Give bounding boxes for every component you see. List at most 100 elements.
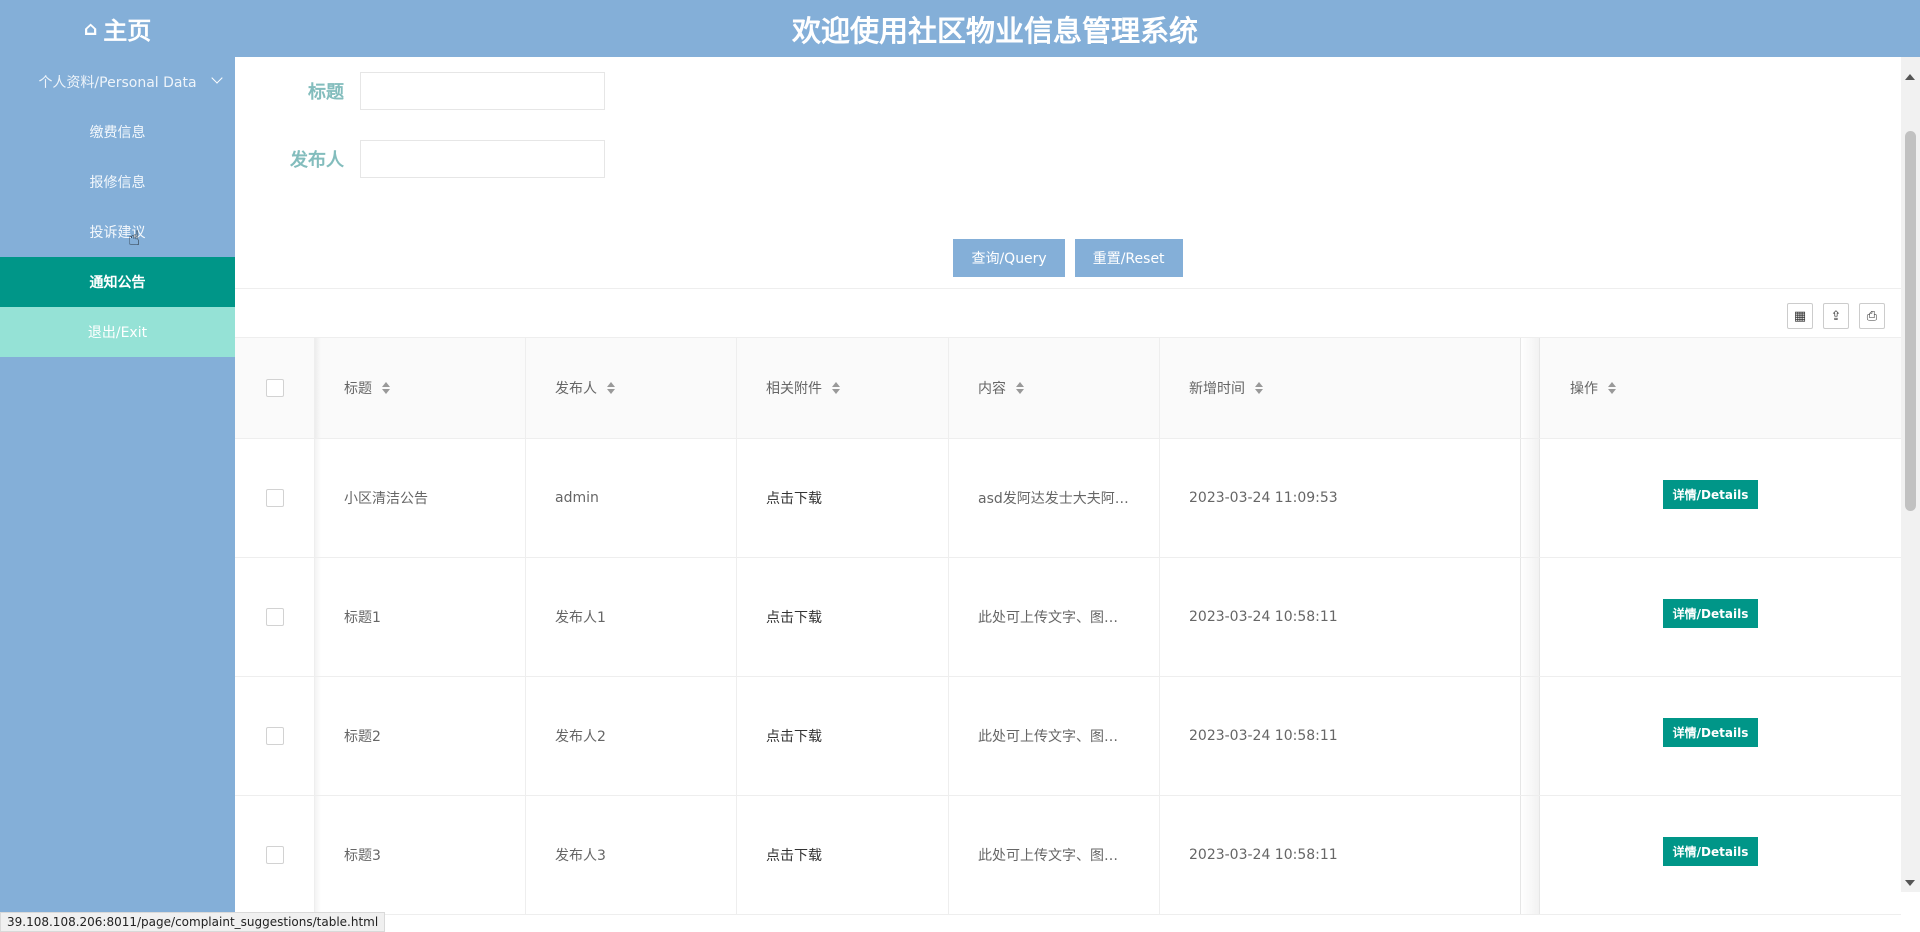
scroll-down-icon[interactable] (1905, 880, 1915, 886)
export-icon[interactable]: ⇪ (1823, 303, 1849, 329)
sidebar: 个人资料/Personal Data 缴费信息 报修信息 投诉建议 通知公告 退… (0, 57, 235, 932)
table-row: 小区清洁公告 admin 点击下载 asd发阿达发士大夫阿… 2023-03-2… (235, 439, 1901, 558)
columns-filter-icon[interactable]: ▦ (1787, 303, 1813, 329)
cell-attachment: 点击下载 (737, 558, 949, 676)
details-button[interactable]: 详情/Details (1662, 717, 1759, 747)
query-button[interactable]: 查询/Query (953, 239, 1065, 277)
title-input[interactable] (360, 72, 605, 110)
scroll-up-icon[interactable] (1905, 74, 1915, 80)
details-button[interactable]: 详情/Details (1662, 598, 1759, 628)
sort-icon[interactable] (382, 382, 390, 394)
cell-action: 详情/Details (1520, 677, 1901, 795)
publisher-input[interactable] (360, 140, 605, 178)
publisher-label: 发布人 (290, 150, 344, 171)
home-label: 主页 (103, 17, 152, 45)
cell-publisher: 发布人1 (526, 558, 737, 676)
column-header-content[interactable]: 内容 (949, 338, 1160, 438)
sidebar-item-label: 通知公告 (89, 275, 146, 291)
cell-content: asd发阿达发士大夫阿… (949, 439, 1160, 557)
row-check-cell (235, 677, 315, 795)
cell-title: 小区清洁公告 (315, 439, 526, 557)
column-header-title[interactable]: 标题 (315, 338, 526, 438)
home-icon: ⌂ (83, 17, 98, 40)
reset-button[interactable]: 重置/Reset (1074, 239, 1183, 277)
cell-title: 标题1 (315, 558, 526, 676)
sidebar-item-notices[interactable]: 通知公告 (0, 257, 235, 307)
column-header-label: 相关附件 (766, 381, 822, 397)
cell-content: 此处可上传文字、图… (949, 677, 1160, 795)
download-link[interactable]: 点击下载 (766, 607, 822, 627)
table-row: 标题2 发布人2 点击下载 此处可上传文字、图… 2023-03-24 10:5… (235, 677, 1901, 796)
select-all-checkbox[interactable] (265, 379, 284, 397)
app-title-text: 欢迎使用社区物业信息管理系统 (791, 13, 1198, 48)
row-checkbox[interactable] (265, 727, 284, 745)
search-buttons: 查询/Query 重置/Reset (235, 239, 1901, 277)
row-check-cell (235, 439, 315, 557)
table-row: 标题1 发布人1 点击下载 此处可上传文字、图… 2023-03-24 10:5… (235, 558, 1901, 677)
sort-icon[interactable] (1255, 382, 1263, 394)
cell-attachment: 点击下载 (737, 796, 949, 914)
print-icon[interactable]: ⎙ (1859, 303, 1885, 329)
sort-icon[interactable] (1016, 382, 1024, 394)
table-row: 标题3 发布人3 点击下载 此处可上传文字、图… 2023-03-24 10:5… (235, 796, 1901, 915)
sidebar-item-exit[interactable]: 退出/Exit (0, 307, 235, 357)
row-checkbox[interactable] (265, 846, 284, 864)
column-header-time[interactable]: 新增时间 (1160, 338, 1520, 438)
cell-time: 2023-03-24 11:09:53 (1189, 490, 1338, 506)
row-checkbox[interactable] (265, 608, 284, 626)
sidebar-item-label: 缴费信息 (89, 125, 146, 141)
column-header-action[interactable]: 操作 (1520, 338, 1901, 438)
cell-publisher: admin (526, 439, 737, 557)
download-link[interactable]: 点击下载 (766, 726, 822, 746)
cell-title: 标题2 (315, 677, 526, 795)
cell-time: 2023-03-24 10:58:11 (1189, 847, 1338, 863)
column-header-attachment[interactable]: 相关附件 (737, 338, 949, 438)
cell-attachment: 点击下载 (737, 439, 949, 557)
row-check-cell (235, 796, 315, 914)
status-url: 39.108.108.206:8011/page/complaint_sugge… (0, 912, 386, 932)
sidebar-item-payment-info[interactable]: 缴费信息 (0, 107, 235, 157)
cell-publisher: 发布人3 (526, 796, 737, 914)
sidebar-item-label: 个人资料/Personal Data (38, 75, 197, 91)
title-search-row: 标题 (235, 72, 605, 110)
cell-content: 此处可上传文字、图… (949, 558, 1160, 676)
sort-icon[interactable] (832, 382, 840, 394)
header-check-cell (235, 338, 315, 438)
cell-attachment: 点击下载 (737, 677, 949, 795)
cell-title: 标题3 (315, 796, 526, 914)
column-header-label: 新增时间 (1189, 381, 1245, 397)
sidebar-item-personal-data[interactable]: 个人资料/Personal Data (0, 57, 235, 107)
main-content: 标题 发布人 查询/Query 重置/Reset ▦ ⇪ ⎙ 标题 发布人 相关… (235, 57, 1901, 915)
column-header-label: 操作 (1570, 381, 1598, 397)
details-button[interactable]: 详情/Details (1662, 836, 1759, 866)
sort-icon[interactable] (607, 382, 615, 394)
sidebar-item-complaint-suggestions[interactable]: 投诉建议 (0, 207, 235, 257)
chevron-down-icon (211, 72, 223, 84)
details-button[interactable]: 详情/Details (1662, 479, 1759, 509)
column-header-label: 内容 (978, 381, 1006, 397)
column-header-label: 发布人 (555, 381, 597, 397)
scroll-thumb[interactable] (1905, 131, 1916, 511)
sidebar-item-label: 退出/Exit (87, 325, 148, 341)
publisher-search-row: 发布人 (235, 140, 605, 178)
cell-publisher: 发布人2 (526, 677, 737, 795)
home-link[interactable]: ⌂ 主页 (0, 0, 235, 57)
download-link[interactable]: 点击下载 (766, 845, 822, 865)
table-header-row: 标题 发布人 相关附件 内容 新增时间 操作 (235, 338, 1901, 439)
sort-icon[interactable] (1608, 382, 1616, 394)
row-check-cell (235, 558, 315, 676)
top-header: ⌂ 主页 欢迎使用社区物业信息管理系统 (0, 0, 1920, 57)
sidebar-item-label: 投诉建议 (89, 225, 146, 241)
column-header-publisher[interactable]: 发布人 (526, 338, 737, 438)
cell-action: 详情/Details (1520, 439, 1901, 557)
title-label: 标题 (308, 82, 344, 103)
sidebar-item-repair-info[interactable]: 报修信息 (0, 157, 235, 207)
download-link[interactable]: 点击下载 (766, 488, 822, 508)
cell-content: 此处可上传文字、图… (949, 796, 1160, 914)
app-title: 欢迎使用社区物业信息管理系统 (235, 0, 1920, 57)
sidebar-item-label: 报修信息 (89, 175, 146, 191)
vertical-scrollbar[interactable] (1901, 57, 1920, 892)
table-toolbar: ▦ ⇪ ⎙ (235, 288, 1901, 338)
cell-time: 2023-03-24 10:58:11 (1189, 728, 1338, 744)
row-checkbox[interactable] (265, 489, 284, 507)
